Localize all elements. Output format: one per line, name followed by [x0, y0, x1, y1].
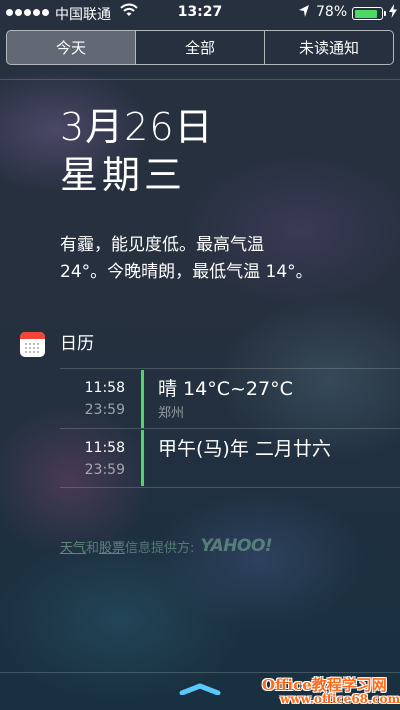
stocks-info-link[interactable]: 股票	[99, 537, 125, 556]
calendar-divider	[60, 428, 400, 429]
tab-all[interactable]: 全部	[135, 31, 264, 64]
event-end-time: 23:59	[84, 402, 125, 418]
charging-bolt-icon	[389, 4, 397, 18]
event-color-bar	[141, 430, 144, 486]
today-date: 3月26日	[60, 105, 214, 149]
battery-cap	[384, 11, 386, 16]
tab-today[interactable]: 今天	[7, 31, 135, 64]
yahoo-logo[interactable]: YAHOO!	[200, 536, 272, 556]
event-start-time: 11:58	[84, 380, 125, 396]
event-start-time: 11:58	[84, 440, 125, 456]
watermark-url: www.office68.com	[280, 692, 400, 706]
calendar-divider	[60, 487, 400, 488]
chevron-up-grabber-icon[interactable]	[178, 683, 222, 695]
battery-level-fill	[354, 9, 378, 18]
calendar-section-title: 日历	[60, 334, 94, 354]
tab-missed[interactable]: 未读通知	[264, 31, 393, 64]
weather-summary-line: 24°。今晚晴朗，最低气温 14°。	[60, 262, 313, 282]
event-location: 郑州	[158, 406, 185, 421]
data-attribution: 天气 和 股票 信息提供方: YAHOO!	[60, 536, 273, 556]
attribution-and: 和	[86, 540, 100, 556]
calendar-app-icon	[20, 332, 45, 357]
event-end-time: 23:59	[84, 462, 125, 478]
attribution-provided-by: 信息提供方:	[125, 540, 195, 556]
event-title: 晴 14°C~27°C	[158, 378, 293, 400]
event-title: 甲午(马)年 二月廿六	[158, 438, 331, 460]
weather-info-link[interactable]: 天气	[60, 537, 86, 556]
calendar-event-row[interactable]: 11:58 23:59 甲午(马)年 二月廿六	[0, 430, 400, 486]
today-weekday: 星期三	[60, 153, 187, 197]
tabs-divider	[0, 79, 400, 80]
event-color-bar	[141, 370, 144, 428]
site-watermark: Office教程学习网 www.office68.com	[262, 674, 400, 708]
weather-summary-line: 有霾，能见度低。最高气温	[60, 235, 264, 255]
notification-center-tabs: 今天 全部 未读通知	[6, 30, 394, 65]
calendar-event-row[interactable]: 11:58 23:59 晴 14°C~27°C 郑州	[0, 370, 400, 428]
location-arrow-icon	[299, 5, 309, 17]
calendar-divider	[60, 368, 400, 369]
status-bar: 中国联通 13:27 78%	[0, 0, 400, 26]
battery-icon	[352, 7, 383, 20]
bottom-divider	[0, 672, 400, 673]
weather-summary: 有霾，能见度低。最高气温 24°。今晚晴朗，最低气温 14°。	[60, 232, 380, 286]
battery-percent: 78%	[316, 4, 348, 20]
